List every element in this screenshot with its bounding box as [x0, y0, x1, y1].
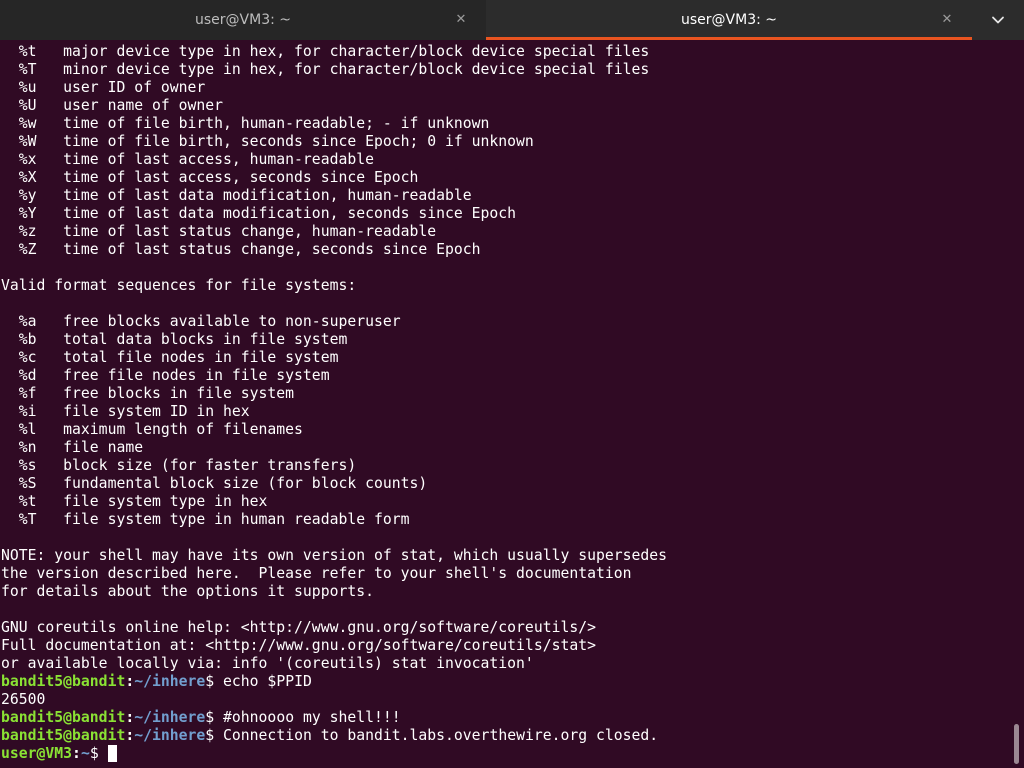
terminal-line: GNU coreutils online help: <http://www.g… [1, 619, 596, 636]
terminal-line: Valid format sequences for file systems: [1, 277, 357, 294]
scrollbar[interactable] [1010, 40, 1024, 768]
terminal-line: the version described here. Please refer… [1, 565, 632, 582]
terminal-line: %n file name [1, 439, 144, 456]
terminal-lines: %t major device type in hex, for charact… [1, 43, 667, 763]
terminal-output[interactable]: %t major device type in hex, for charact… [0, 40, 1010, 768]
prompt-separator: : [125, 709, 135, 726]
tab-1-title: user@VM3: ~ [195, 12, 291, 28]
prompt-user: bandit5@bandit [1, 709, 126, 726]
prompt-command: echo $PPID [223, 673, 312, 690]
terminal-line: Full documentation at: <http://www.gnu.o… [1, 637, 596, 654]
terminal-line: %t file system type in hex [1, 493, 268, 510]
terminal-window: user@VM3: ~ ✕ user@VM3: ~ ✕ %t major dev… [0, 0, 1024, 768]
terminal-line: 26500 [1, 691, 46, 708]
tab-1[interactable]: user@VM3: ~ ✕ [0, 0, 486, 40]
terminal-line: %Z time of last status change, seconds s… [1, 241, 481, 258]
chevron-down-icon [992, 16, 1004, 24]
terminal-line: %f free blocks in file system [1, 385, 295, 402]
prompt-symbol: $ [205, 727, 224, 744]
terminal-line: %x time of last access, human-readable [1, 151, 374, 168]
prompt-separator: : [125, 673, 135, 690]
tab-bar: user@VM3: ~ ✕ user@VM3: ~ ✕ [0, 0, 1024, 40]
prompt-user: bandit5@bandit [1, 673, 126, 690]
terminal-line: %b total data blocks in file system [1, 331, 348, 348]
terminal-line: %t major device type in hex, for charact… [1, 43, 650, 60]
terminal-line: %T file system type in human readable fo… [1, 511, 410, 528]
prompt-command: #ohnoooo my shell!!! [223, 709, 401, 726]
terminal-line: %U user name of owner [1, 97, 224, 114]
prompt-separator: : [72, 745, 81, 762]
prompt-line: bandit5@bandit:~/inhere$ echo $PPID [1, 673, 667, 691]
terminal-line: %z time of last status change, human-rea… [1, 223, 437, 240]
terminal-line: %u user ID of owner [1, 79, 206, 96]
prompt-symbol: $ [205, 709, 224, 726]
terminal-line: %W time of file birth, seconds since Epo… [1, 133, 534, 150]
terminal-line: NOTE: your shell may have its own versio… [1, 547, 668, 564]
tab-2[interactable]: user@VM3: ~ ✕ [486, 0, 972, 40]
prompt-path: ~ [80, 745, 90, 762]
prompt-line: bandit5@bandit:~/inhere$ #ohnoooo my she… [1, 709, 667, 727]
prompt-symbol: $ [205, 673, 224, 690]
prompt-separator: : [125, 727, 135, 744]
prompt-symbol: $ [89, 745, 108, 762]
prompt-user: user@VM3 [1, 745, 73, 762]
scrollbar-thumb[interactable] [1014, 724, 1019, 764]
tab-2-title: user@VM3: ~ [681, 12, 777, 28]
terminal-line: %c total file nodes in file system [1, 349, 339, 366]
terminal-line: for details about the options it support… [1, 583, 374, 600]
terminal-line: %d free file nodes in file system [1, 367, 330, 384]
prompt-command: Connection to bandit.labs.overthewire.or… [223, 727, 659, 744]
tab-menu-button[interactable] [972, 0, 1024, 40]
terminal-line: %l maximum length of filenames [1, 421, 303, 438]
terminal-line: %s block size (for faster transfers) [1, 457, 357, 474]
terminal-line: %X time of last access, seconds since Ep… [1, 169, 419, 186]
terminal-line: %w time of file birth, human-readable; -… [1, 115, 490, 132]
prompt-line: user@VM3:~$ [1, 745, 667, 763]
terminal-line: %S fundamental block size (for block cou… [1, 475, 428, 492]
close-icon[interactable]: ✕ [938, 11, 956, 29]
prompt-path: ~/inhere [134, 673, 206, 690]
terminal-line: %y time of last data modification, human… [1, 187, 472, 204]
prompt-path: ~/inhere [134, 727, 206, 744]
terminal-line: %T minor device type in hex, for charact… [1, 61, 650, 78]
close-icon[interactable]: ✕ [452, 11, 470, 29]
terminal-line: %a free blocks available to non-superuse… [1, 313, 401, 330]
prompt-line: bandit5@bandit:~/inhere$ Connection to b… [1, 727, 667, 745]
terminal-line: or available locally via: info '(coreuti… [1, 655, 534, 672]
prompt-user: bandit5@bandit [1, 727, 126, 744]
text-cursor [107, 745, 117, 762]
terminal-line: %i file system ID in hex [1, 403, 250, 420]
terminal-line: %Y time of last data modification, secon… [1, 205, 517, 222]
prompt-path: ~/inhere [134, 709, 206, 726]
